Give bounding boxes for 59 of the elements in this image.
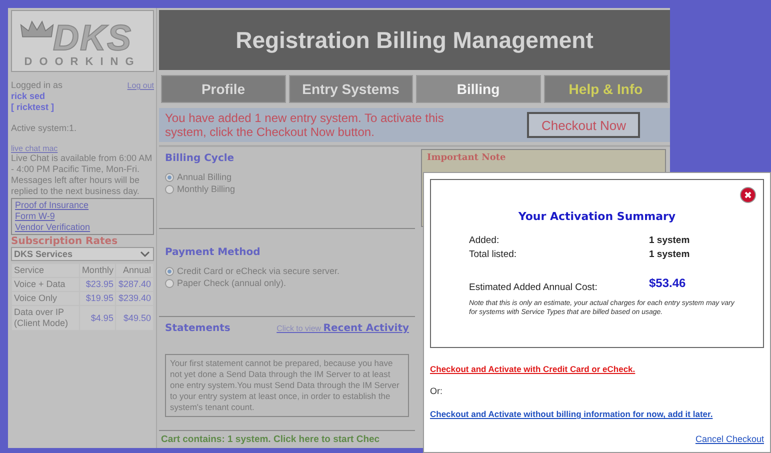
chat-link[interactable]: live chat mac bbox=[11, 144, 58, 153]
notice-message: You have added 1 new entry system. To activate this system, click the Checkout Now button. bbox=[165, 111, 445, 139]
table-cell: $49.50 bbox=[116, 306, 153, 330]
summary-value: 1 system bbox=[649, 235, 691, 246]
logo-wordmark: DKS bbox=[52, 20, 132, 56]
document-link[interactable]: Proof of Insurance bbox=[15, 200, 89, 211]
cost-label: Estimated Added Annual Cost: bbox=[469, 282, 598, 293]
logout-link[interactable]: Log out bbox=[127, 81, 154, 90]
user-name: rick sed bbox=[11, 91, 46, 102]
section-title: Statements bbox=[165, 323, 230, 334]
pay-link[interactable]: Checkout and Activate with Credit Card or eCheck. bbox=[430, 364, 636, 374]
tab[interactable]: Profile bbox=[161, 75, 286, 103]
note-title: Important Note bbox=[427, 153, 507, 163]
or-text: Or: bbox=[430, 386, 444, 396]
close-icon[interactable] bbox=[740, 187, 756, 203]
cost-value: $53.46 bbox=[649, 276, 687, 290]
radio-label: Annual Billing bbox=[177, 172, 232, 182]
user-login: [ ricktest ] bbox=[11, 102, 56, 113]
statement-message: Your first statement cannot be prepared, because you have not yet done a Send Data through the IM Server to at least one entry system.You must Send Data through the IM Server to your entry system at least once, in order to establish the system's tenant count. bbox=[165, 354, 409, 417]
chat-note: Live Chat is available from 6:00 AM - 4:00 PM Pacific Time, Mon-Fri. Messages left after hours will be replied to the next business day. bbox=[11, 153, 154, 197]
radio-button[interactable] bbox=[165, 278, 174, 288]
active-system-text: Active system:1. bbox=[11, 123, 78, 134]
section-title: Billing Cycle bbox=[165, 153, 236, 164]
radio-label: Credit Card or eCheck via secure server. bbox=[177, 266, 340, 276]
table-cell: $19.95 bbox=[80, 292, 116, 305]
document-link[interactable]: Vendor Verification bbox=[15, 222, 90, 233]
table-cell: Voice + Data bbox=[12, 278, 79, 291]
tab[interactable]: Billing bbox=[416, 75, 540, 103]
table-cell: Data over IP (Client Mode) bbox=[12, 306, 79, 330]
table-cell: $287.40 bbox=[116, 278, 153, 291]
checkout-button[interactable]: Checkout Now bbox=[527, 112, 640, 138]
table-cell: $4.95 bbox=[80, 306, 116, 330]
dialog-title: Your Activation Summary bbox=[517, 210, 677, 223]
tab[interactable]: Help & Info bbox=[544, 75, 668, 103]
radio-button[interactable] bbox=[165, 266, 174, 276]
cancel-link[interactable]: Cancel Checkout bbox=[695, 434, 764, 444]
table-cell: $239.40 bbox=[116, 292, 153, 305]
section-title: Payment Method bbox=[165, 247, 262, 258]
later-link[interactable]: Checkout and Activate without billing information for now, add it later. bbox=[430, 409, 713, 419]
table-cell: $23.95 bbox=[80, 278, 116, 291]
table-cell: Voice Only bbox=[12, 292, 79, 305]
summary-label: Total listed: bbox=[469, 249, 518, 260]
column-header: Annual bbox=[116, 264, 153, 277]
radio-button[interactable] bbox=[165, 172, 174, 182]
radio-button[interactable] bbox=[165, 184, 174, 194]
cart-link[interactable]: Cart contains: 1 system. Click here to start Chec bbox=[159, 431, 382, 448]
radio-label: Monthly Billing bbox=[177, 184, 236, 194]
logged-in-label: Logged in as bbox=[11, 80, 63, 91]
summary-value: 1 system bbox=[649, 249, 691, 260]
logo-name: DOORKING bbox=[24, 56, 141, 68]
document-link[interactable]: Form W-9 bbox=[15, 211, 55, 222]
column-header: Monthly bbox=[80, 264, 116, 277]
summary-label: Added: bbox=[469, 235, 500, 246]
services-select[interactable]: DKS Services bbox=[11, 247, 154, 261]
page-title: Registration Billing Management bbox=[159, 10, 670, 70]
rates-title: Subscription Rates bbox=[11, 236, 119, 247]
tab[interactable]: Entry Systems bbox=[288, 75, 413, 103]
column-header: Service bbox=[12, 264, 79, 277]
radio-label: Paper Check (annual only). bbox=[177, 278, 286, 288]
